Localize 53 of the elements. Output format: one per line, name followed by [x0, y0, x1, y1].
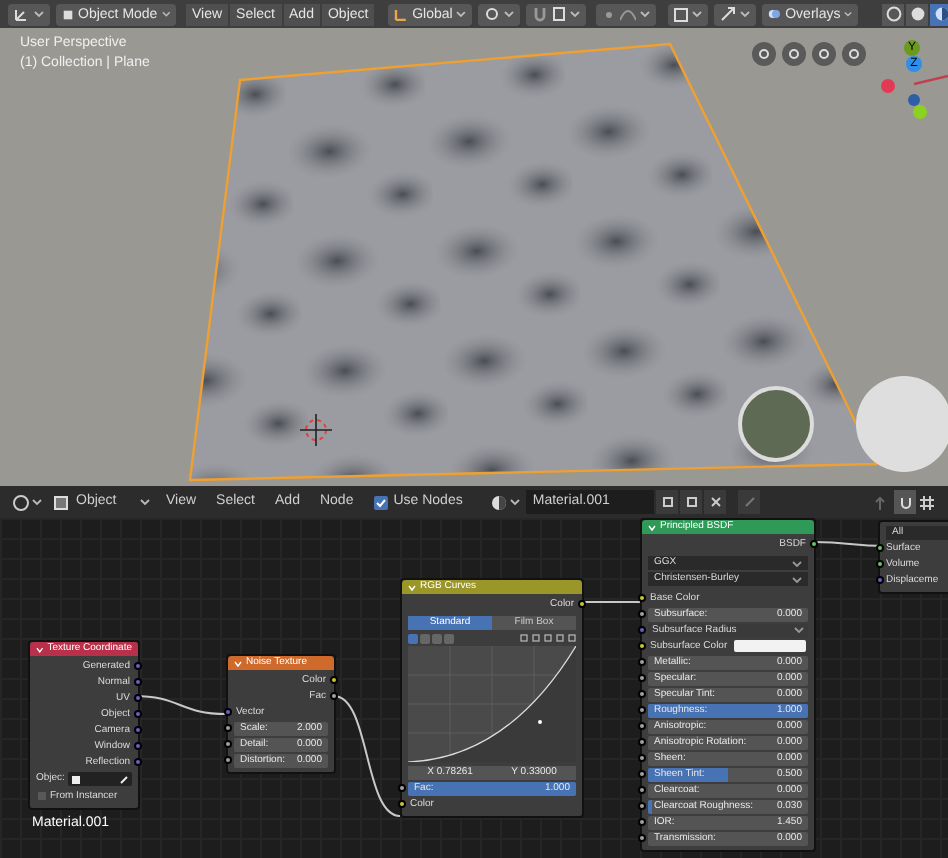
material-browse-button[interactable] — [490, 493, 521, 511]
node-link — [581, 601, 641, 603]
collapse-caret-icon — [408, 583, 416, 591]
solid-sphere-icon — [909, 6, 926, 22]
hdri-ball-drawing — [738, 386, 814, 462]
collapse-caret-icon — [234, 659, 242, 667]
cube-icon — [54, 495, 68, 509]
material-sphere-icon — [933, 6, 948, 22]
pivot-icon — [484, 6, 501, 22]
gizmo-button[interactable] — [714, 3, 757, 25]
snap-button[interactable] — [894, 490, 916, 514]
node-link — [333, 695, 401, 817]
collapse-caret-icon — [36, 645, 44, 653]
view-object-types-button[interactable] — [668, 3, 709, 25]
material-shading-button[interactable] — [930, 3, 948, 25]
magnet-icon — [532, 6, 549, 22]
magnet-icon — [899, 495, 911, 509]
pin-button[interactable] — [738, 490, 761, 514]
material-action-button[interactable] — [680, 490, 703, 514]
checkmark-icon — [375, 497, 386, 507]
3d-cursor-icon — [299, 413, 333, 447]
solid-shading-button[interactable] — [906, 3, 929, 25]
falloff-curve-icon — [620, 7, 637, 21]
arrows-icon — [720, 6, 737, 22]
snap-target-icon — [552, 6, 567, 22]
editor-type-button[interactable] — [12, 493, 42, 511]
editor-type-button[interactable] — [8, 3, 50, 25]
sphere-drawing — [856, 376, 948, 472]
proportional-edit-button[interactable] — [596, 3, 657, 25]
navigation-button[interactable] — [782, 42, 806, 66]
collapse-caret-icon — [648, 523, 656, 531]
navigation-button[interactable] — [812, 42, 836, 66]
color-swatch[interactable] — [733, 640, 806, 652]
navigation-button[interactable] — [752, 42, 776, 66]
material-action-button[interactable] — [656, 490, 679, 514]
cube-icon — [62, 7, 75, 21]
wireframe-shading-button[interactable] — [882, 3, 905, 25]
overlay-circles-icon — [768, 6, 782, 22]
grid-snap-button[interactable] — [920, 490, 936, 514]
axes-icon — [394, 7, 409, 21]
material-sphere-icon — [490, 493, 509, 511]
material-action-button[interactable] — [704, 490, 727, 514]
object-field[interactable] — [68, 772, 132, 786]
arrow-up-icon — [873, 495, 885, 509]
axes-icon — [14, 6, 30, 22]
axis-gizmo-drawing — [881, 74, 948, 119]
pivot-button[interactable] — [478, 3, 521, 25]
wire-sphere-icon — [885, 6, 902, 22]
snap-button[interactable] — [526, 3, 587, 25]
cube-icon — [72, 775, 81, 783]
navigation-button[interactable] — [842, 42, 866, 66]
box-icon — [674, 7, 689, 21]
eyedropper-icon — [120, 775, 128, 783]
